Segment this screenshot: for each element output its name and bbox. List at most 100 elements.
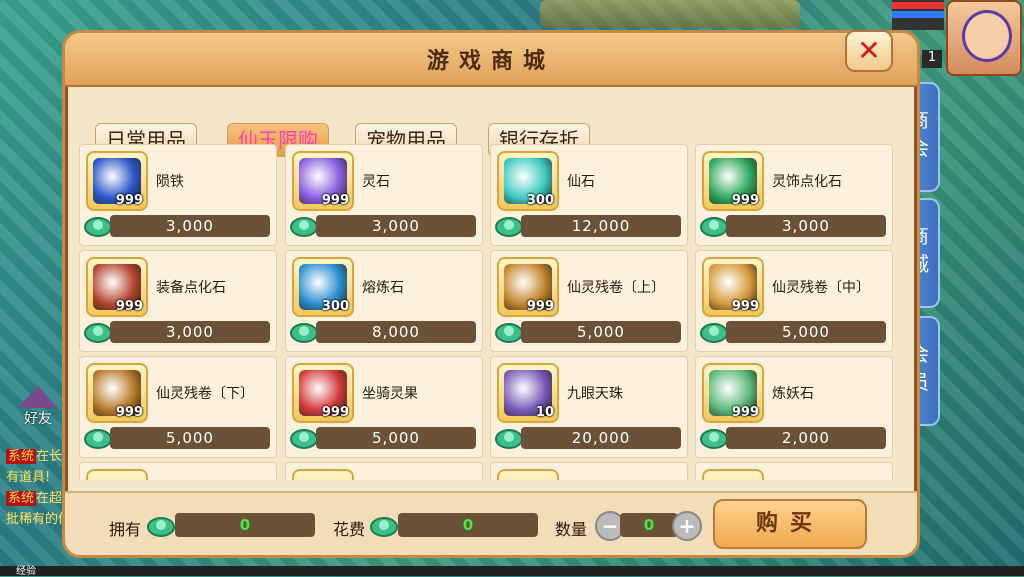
item-thumbnail: 300 xyxy=(497,151,559,211)
item-card[interactable]: 999 炼妖石 2,000 xyxy=(695,356,893,458)
friend-hat-icon xyxy=(18,386,58,408)
player-hp-bars xyxy=(892,0,944,30)
item-card[interactable]: 999 陨铁 3,000 xyxy=(79,144,277,246)
item-price: 5,000 xyxy=(726,321,886,343)
jade-currency-icon xyxy=(700,211,728,239)
item-card[interactable] xyxy=(285,462,483,480)
item-quantity: 999 xyxy=(526,299,554,314)
own-label: 拥有 xyxy=(109,520,142,539)
quantity-value[interactable]: 0 xyxy=(620,513,678,537)
title-bar: 游戏商城 xyxy=(65,33,917,87)
item-name: 仙石 xyxy=(567,174,595,190)
buy-button[interactable]: 购买 xyxy=(713,499,867,549)
item-card[interactable]: 300 熔炼石 8,000 xyxy=(285,250,483,352)
jade-currency-icon xyxy=(290,423,318,451)
item-thumbnail xyxy=(702,469,764,480)
item-price: 8,000 xyxy=(316,321,476,343)
jade-currency-icon xyxy=(84,317,112,345)
item-quantity: 10 xyxy=(535,405,554,420)
player-level: 1 xyxy=(922,50,942,68)
cost-label: 花费 xyxy=(333,520,366,539)
item-price: 5,000 xyxy=(110,427,270,449)
jade-currency-icon xyxy=(290,317,318,345)
item-card[interactable] xyxy=(490,462,688,480)
item-name: 坐骑灵果 xyxy=(362,386,418,402)
item-thumbnail xyxy=(292,469,354,480)
jade-currency-icon xyxy=(700,317,728,345)
item-card[interactable]: 999 灵石 3,000 xyxy=(285,144,483,246)
purchase-bar: 拥有 0 花费 0 数量 − 0 + 购买 xyxy=(65,491,917,555)
item-name: 灵饰点化石 xyxy=(772,174,842,190)
exp-bar: 经验 xyxy=(0,566,1024,577)
jade-currency-icon xyxy=(495,423,523,451)
item-name: 仙灵残卷〔上〕 xyxy=(567,280,665,296)
item-quantity: 999 xyxy=(115,193,143,208)
quantity-label: 数量 xyxy=(555,520,588,539)
item-thumbnail: 999 xyxy=(86,257,148,317)
item-grid: 999 陨铁 3,000 999 灵石 3,000 300 仙石 12,000 999 灵饰点化石 3… xyxy=(79,144,894,480)
golden-roof xyxy=(540,0,800,28)
item-card[interactable] xyxy=(695,462,893,480)
item-thumbnail: 999 xyxy=(292,363,354,423)
item-card[interactable]: 999 坐骑灵果 5,000 xyxy=(285,356,483,458)
item-thumbnail: 999 xyxy=(497,257,559,317)
item-thumbnail: 300 xyxy=(292,257,354,317)
item-name: 熔炼石 xyxy=(362,280,404,296)
jade-currency-icon xyxy=(290,211,318,239)
item-card[interactable] xyxy=(79,462,277,480)
friend-button[interactable]: 好友 xyxy=(12,386,64,438)
item-thumbnail: 10 xyxy=(497,363,559,423)
item-name: 仙灵残卷〔下〕 xyxy=(156,386,254,402)
item-card[interactable]: 300 仙石 12,000 xyxy=(490,144,688,246)
jade-currency-icon xyxy=(147,511,175,539)
item-price: 12,000 xyxy=(521,215,681,237)
item-quantity: 999 xyxy=(115,405,143,420)
item-card[interactable]: 999 仙灵残卷〔上〕 5,000 xyxy=(490,250,688,352)
item-name: 九眼天珠 xyxy=(567,386,623,402)
item-price: 3,000 xyxy=(110,215,270,237)
quantity-plus-button[interactable]: + xyxy=(672,511,702,541)
item-quantity: 999 xyxy=(321,193,349,208)
item-card[interactable]: 999 灵饰点化石 3,000 xyxy=(695,144,893,246)
item-price: 20,000 xyxy=(521,427,681,449)
item-thumbnail: 999 xyxy=(292,151,354,211)
item-quantity: 300 xyxy=(526,193,554,208)
window-title: 游戏商城 xyxy=(426,49,555,74)
item-thumbnail xyxy=(86,469,148,480)
close-button[interactable]: ✕ xyxy=(845,30,893,72)
item-name: 仙灵残卷〔中〕 xyxy=(772,280,870,296)
item-name: 装备点化石 xyxy=(156,280,226,296)
item-quantity: 300 xyxy=(321,299,349,314)
close-icon: ✕ xyxy=(857,34,881,67)
item-price: 5,000 xyxy=(316,427,476,449)
own-value: 0 xyxy=(175,513,315,537)
player-avatar[interactable] xyxy=(946,0,1022,76)
item-name: 灵石 xyxy=(362,174,390,190)
item-thumbnail: 999 xyxy=(702,257,764,317)
item-card[interactable]: 10 九眼天珠 20,000 xyxy=(490,356,688,458)
cost-value: 0 xyxy=(398,513,538,537)
item-price: 3,000 xyxy=(110,321,270,343)
item-card[interactable]: 999 装备点化石 3,000 xyxy=(79,250,277,352)
item-thumbnail: 999 xyxy=(86,363,148,423)
item-price: 2,000 xyxy=(726,427,886,449)
item-name: 陨铁 xyxy=(156,174,184,190)
item-quantity: 999 xyxy=(731,299,759,314)
item-thumbnail: 999 xyxy=(86,151,148,211)
item-price: 3,000 xyxy=(726,215,886,237)
jade-currency-icon xyxy=(495,211,523,239)
item-thumbnail: 999 xyxy=(702,363,764,423)
jade-currency-icon xyxy=(84,423,112,451)
item-quantity: 999 xyxy=(115,299,143,314)
item-card[interactable]: 999 仙灵残卷〔中〕 5,000 xyxy=(695,250,893,352)
item-thumbnail xyxy=(497,469,559,480)
item-thumbnail: 999 xyxy=(702,151,764,211)
character-face-icon xyxy=(962,10,1012,62)
item-quantity: 999 xyxy=(321,405,349,420)
item-price: 5,000 xyxy=(521,321,681,343)
item-name: 炼妖石 xyxy=(772,386,814,402)
item-quantity: 999 xyxy=(731,405,759,420)
item-card[interactable]: 999 仙灵残卷〔下〕 5,000 xyxy=(79,356,277,458)
jade-currency-icon xyxy=(700,423,728,451)
item-quantity: 999 xyxy=(731,193,759,208)
